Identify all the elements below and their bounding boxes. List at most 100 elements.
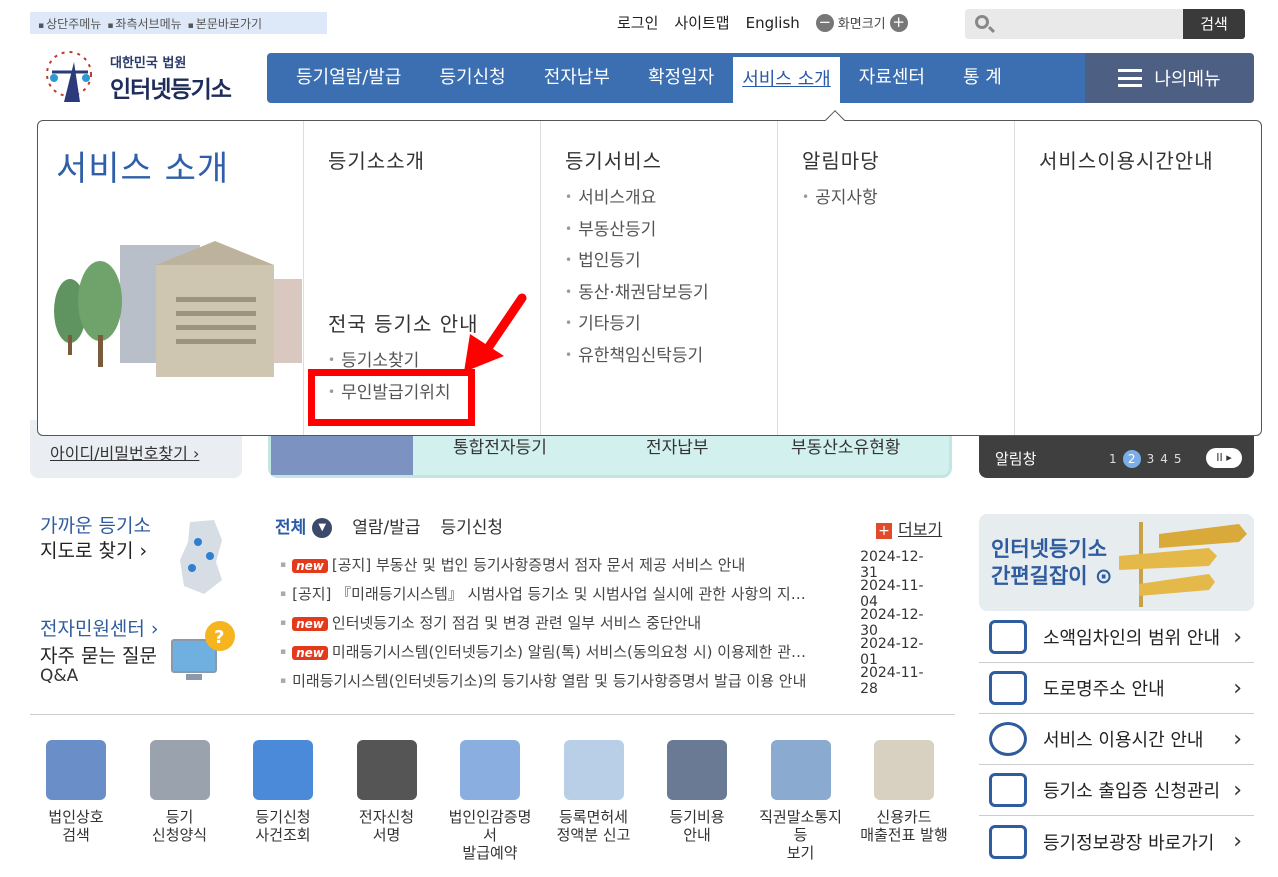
- menu-item-movable-collateral[interactable]: 동산·채권담보등기: [565, 277, 777, 309]
- signpost-arrows-icon: [1119, 524, 1247, 596]
- tab-all[interactable]: 전체 ▼: [275, 513, 333, 538]
- faq-title: 자주 묻는 질문: [40, 645, 157, 667]
- menu-item-real-estate[interactable]: 부동산등기: [565, 214, 777, 246]
- skip-link-content[interactable]: 본문바로가기: [188, 15, 262, 31]
- search-button[interactable]: 검색: [1183, 9, 1245, 39]
- quick-icon-label: 법인인감증명서: [448, 808, 532, 844]
- skip-link-left-menu[interactable]: 좌측서브메뉴: [107, 15, 181, 31]
- registry-building-illustration: [54, 241, 302, 377]
- col-heading-notice[interactable]: 알림마당: [802, 145, 1014, 174]
- menu-item-announcements[interactable]: 공지사항: [802, 182, 1014, 214]
- quick-icon-card-receipt[interactable]: 신용카드 매출전표 발행: [858, 740, 950, 862]
- side-link-service-hours[interactable]: 서비스 이용시간 안내: [979, 714, 1254, 765]
- quick-icon-label: 법인상호: [48, 808, 104, 826]
- map-find-link[interactable]: 가까운 등기소 지도로 찾기 ›: [40, 514, 151, 564]
- quick-icon-label: 신용카드: [876, 808, 932, 826]
- notice-text: 미래등기시스템(인터넷등기소)의 등기사항 열람 및 등기사항증명서 발급 이용…: [292, 672, 807, 690]
- side-link-road-address[interactable]: 도로명주소 안내: [979, 663, 1254, 714]
- ex-officio-notice-icon: [770, 740, 831, 800]
- quick-icon-label: 안내: [683, 826, 711, 844]
- col-heading-registry-intro[interactable]: 등기소소개: [328, 145, 540, 174]
- nav-statistics[interactable]: 통 계: [944, 53, 1021, 103]
- col-heading-service-hours[interactable]: 서비스이용시간안내: [1039, 145, 1261, 174]
- quick-icon-label: 서명: [372, 826, 401, 844]
- easy-guide-line2: 간편길잡이 ⊙: [991, 564, 1113, 588]
- hamburger-icon: [1118, 69, 1143, 87]
- house-won-icon: [989, 620, 1027, 654]
- logo-court-text: 대한민국 법원: [110, 56, 187, 71]
- col-heading-registry-service[interactable]: 등기서비스: [565, 145, 777, 174]
- korea-map-icon: [180, 520, 222, 594]
- skip-link-top-menu[interactable]: 상단주메뉴: [38, 15, 101, 31]
- menu-item-other[interactable]: 기타등기: [565, 308, 777, 340]
- notice-list: new[공지] 부동산 및 법인 등기사항증명서 점자 문서 제공 서비스 안내…: [280, 549, 940, 697]
- nav-apply[interactable]: 등기신청: [420, 53, 524, 103]
- divider: [30, 714, 955, 715]
- utility-links: 로그인 사이트맵 English − 화면크기 +: [617, 12, 908, 33]
- map-find-line1: 가까운 등기소: [40, 515, 151, 537]
- nav-view-issue[interactable]: 등기열람/발급: [277, 53, 420, 103]
- quick-icon-registry-forms[interactable]: 등기 신청양식: [134, 740, 226, 862]
- sitemap-link[interactable]: 사이트맵: [674, 12, 729, 33]
- side-link-registry-data-plaza[interactable]: 등기정보광장 바로가기: [979, 816, 1254, 867]
- nav-e-payment[interactable]: 전자납부: [525, 53, 629, 103]
- notice-page-1[interactable]: 1: [1109, 452, 1117, 466]
- side-link-label: 등기소 출입증 신청관리: [1043, 781, 1221, 802]
- menu-item-service-overview[interactable]: 서비스개요: [565, 182, 777, 214]
- nav-fixed-date[interactable]: 확정일자: [629, 53, 733, 103]
- highlight-box: [308, 369, 475, 426]
- faq-link[interactable]: 자주 묻는 질문 Q&A: [40, 646, 157, 686]
- side-link-small-tenant[interactable]: 소액임차인의 범위 안내: [979, 612, 1254, 663]
- faq-monitor-icon: ?: [171, 621, 235, 680]
- quick-icon-license-tax[interactable]: 등록면허세 정액분 신고: [548, 740, 640, 862]
- mega-menu-title: 서비스 소개: [56, 149, 230, 189]
- menu-item-corporate[interactable]: 법인등기: [565, 245, 777, 277]
- quick-property-ownership[interactable]: 부동산소유현황: [791, 433, 900, 458]
- notice-page-2[interactable]: 2: [1122, 450, 1141, 468]
- menu-item-limited-trust[interactable]: 유한책임신탁등기: [565, 340, 777, 372]
- new-badge: new: [292, 646, 328, 660]
- notice-item[interactable]: new[공지] 부동산 및 법인 등기사항증명서 점자 문서 제공 서비스 안내…: [280, 549, 940, 581]
- pause-play-button[interactable]: II ▸: [1206, 448, 1242, 468]
- zoom-in-button[interactable]: +: [889, 13, 908, 32]
- quick-icon-corp-name-search[interactable]: 법인상호 검색: [30, 740, 122, 862]
- alarm-clock-icon: [989, 722, 1027, 756]
- notice-item[interactable]: new미래등기시스템(인터넷등기소) 알림(톡) 서비스(동의요청 시) 이용제…: [280, 636, 940, 668]
- quick-e-payment[interactable]: 전자납부: [646, 433, 709, 458]
- find-id-link[interactable]: 아이디/비밀번호찾기 ›: [50, 440, 199, 464]
- quick-icon-registry-cost[interactable]: 등기비용 안내: [651, 740, 743, 862]
- quick-integrated-e-registry[interactable]: 통합전자등기: [453, 433, 547, 458]
- my-menu-button[interactable]: 나의메뉴: [1085, 53, 1254, 103]
- notice-page-5[interactable]: 5: [1174, 452, 1182, 466]
- site-logo[interactable]: 대한민국 법원 인터넷등기소: [34, 44, 254, 108]
- search-input[interactable]: [995, 9, 1180, 39]
- notice-item[interactable]: [공지] 『미래등기시스템』 시범사업 등기소 및 시범사업 실시에 관한 사항…: [280, 578, 940, 610]
- zoom-out-button[interactable]: −: [815, 13, 834, 32]
- more-link[interactable]: 더보기: [876, 516, 942, 540]
- skip-links: 상단주메뉴 좌측서브메뉴 본문바로가기: [30, 12, 327, 34]
- login-link[interactable]: 로그인: [617, 12, 658, 33]
- red-arrow-annotation: [464, 293, 527, 372]
- notice-page-4[interactable]: 4: [1160, 452, 1168, 466]
- quick-icon-label: 등기비용: [669, 808, 725, 826]
- quick-icon-seal-cert-reservation[interactable]: 법인인감증명서 발급예약: [444, 740, 536, 862]
- notice-title: [공지] 『미래등기시스템』 시범사업 등기소 및 시범사업 실시에 관한 사항…: [292, 583, 852, 604]
- e-civil-center-link[interactable]: 전자민원센터 ›: [40, 614, 159, 641]
- nav-data-center[interactable]: 자료센터: [840, 53, 944, 103]
- english-link[interactable]: English: [746, 14, 800, 32]
- notice-item[interactable]: 미래등기시스템(인터넷등기소)의 등기사항 열람 및 등기사항증명서 발급 이용…: [280, 665, 940, 697]
- quick-icon-label: 전자신청: [358, 808, 415, 826]
- quick-icon-label: 사건조회: [255, 826, 311, 844]
- easy-guide-banner[interactable]: 인터넷등기소 간편길잡이 ⊙: [979, 514, 1254, 611]
- nav-service-intro[interactable]: 서비스 소개: [733, 57, 840, 103]
- quick-icon-e-sign[interactable]: 전자신청 서명: [341, 740, 433, 862]
- tab-apply[interactable]: 등기신청: [441, 513, 504, 538]
- quick-icon-ex-officio-notice[interactable]: 직권말소통지등 보기: [755, 740, 847, 862]
- quick-icon-label: 검색: [62, 826, 90, 844]
- quick-icon-case-inquiry[interactable]: 등기신청 사건조회: [237, 740, 329, 862]
- tab-view-issue[interactable]: 열람/발급: [352, 513, 420, 538]
- notice-page-3[interactable]: 3: [1147, 452, 1155, 466]
- quick-icon-label: 발급예약: [462, 844, 518, 862]
- side-link-access-card[interactable]: 등기소 출입증 신청관리: [979, 765, 1254, 816]
- notice-item[interactable]: new인터넷등기소 정기 점검 및 변경 관련 일부 서비스 중단안내 2024-…: [280, 607, 940, 639]
